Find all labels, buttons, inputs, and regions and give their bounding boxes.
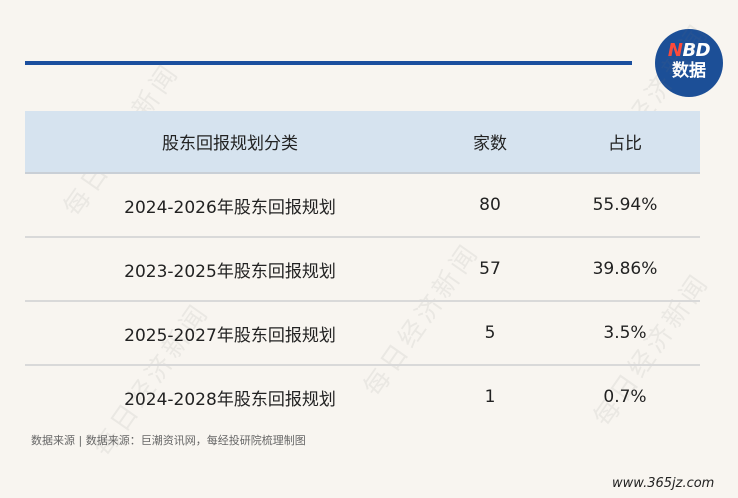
table-row: 2024-2026年股东回报规划 80 55.94% [25, 174, 700, 238]
logo-line1: NBD [667, 40, 711, 61]
cell-count: 5 [484, 323, 496, 343]
data-table: 股东回报规划分类 家数 占比 2024-2026年股东回报规划 80 55.94… [25, 111, 700, 428]
cell-count: 80 [479, 195, 501, 215]
cell-category: 2024-2026年股东回报规划 [124, 197, 336, 218]
table-row: 2023-2025年股东回报规划 57 39.86% [25, 238, 700, 302]
logo-line2: 数据 [672, 61, 706, 81]
nbd-logo: NBD 数据 [655, 29, 723, 97]
cell-share: 55.94% [592, 195, 658, 215]
cell-count: 57 [479, 259, 501, 279]
cell-share: 3.5% [603, 323, 647, 343]
cell-count: 1 [484, 387, 496, 407]
table-row: 2025-2027年股东回报规划 5 3.5% [25, 302, 700, 366]
table-header-row: 股东回报规划分类 家数 占比 [25, 111, 700, 174]
header-share: 占比 [608, 134, 642, 154]
cell-category: 2023-2025年股东回报规划 [124, 261, 336, 282]
cell-category: 2025-2027年股东回报规划 [124, 325, 336, 346]
cell-share: 39.86% [592, 259, 658, 279]
header-count: 家数 [473, 134, 507, 154]
site-watermark: www.365jz.com [612, 476, 715, 491]
top-rule [25, 61, 632, 65]
table-row: 2024-2028年股东回报规划 1 0.7% [25, 366, 700, 428]
source-note: 数据来源 | 数据来源：巨潮资讯网，每经投研院梳理制图 [31, 434, 306, 447]
cell-category: 2024-2028年股东回报规划 [124, 389, 336, 410]
header-category: 股东回报规划分类 [162, 134, 298, 154]
cell-share: 0.7% [603, 387, 647, 407]
